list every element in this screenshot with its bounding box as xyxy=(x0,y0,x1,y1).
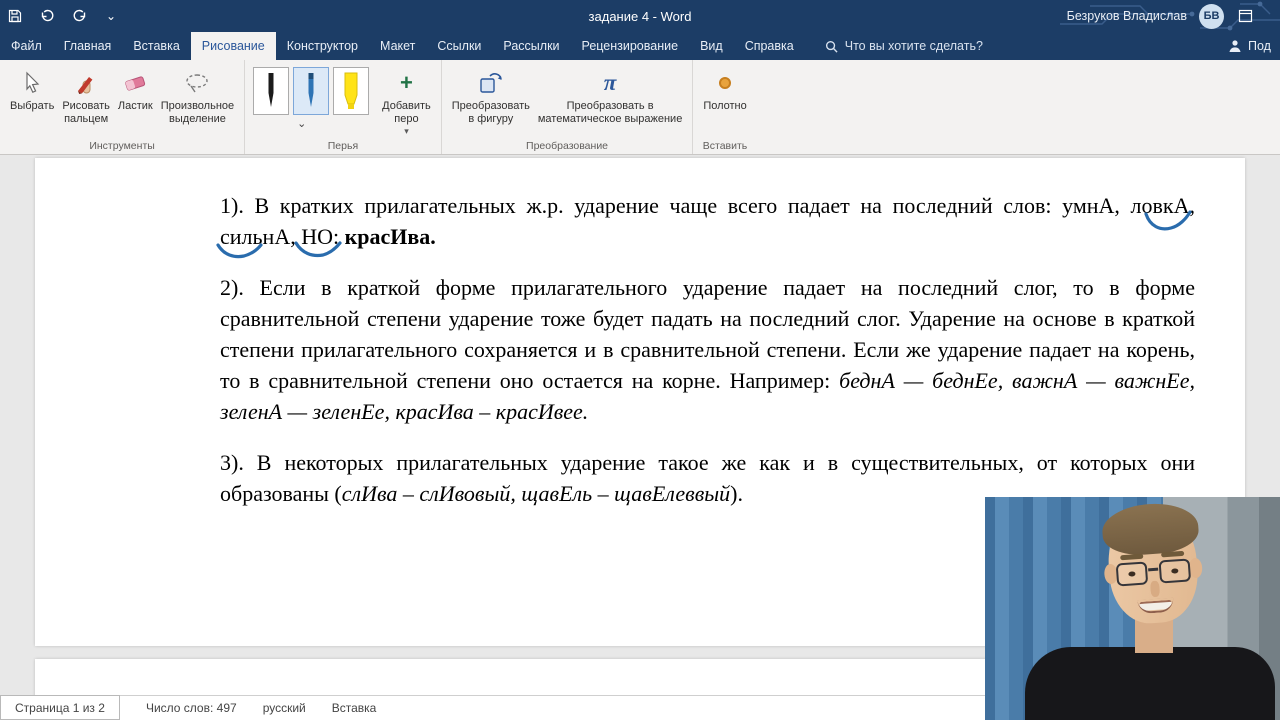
ribbon: Выбрать Рисовать пальцем Ластик Произвол… xyxy=(0,60,1280,155)
chevron-down-icon: ⌄ xyxy=(105,9,117,23)
add-pen-button[interactable]: + Добавить перо ▾ xyxy=(379,63,434,139)
draw-with-finger-button[interactable]: Рисовать пальцем xyxy=(59,63,113,127)
tab-design[interactable]: Конструктор xyxy=(276,32,369,60)
status-language[interactable]: русский xyxy=(263,701,306,715)
eraser-label: Ластик xyxy=(117,100,153,112)
webcam-person-shoulders xyxy=(1025,647,1275,720)
webcam-person-nose xyxy=(1149,580,1161,598)
tab-home[interactable]: Главная xyxy=(53,32,123,60)
word-window: ⌄ задание 4 - Word Безруков Владислав БВ… xyxy=(0,0,1280,720)
paragraph-2: 2). Если в краткой форме прилагательного… xyxy=(220,275,1196,424)
ink-to-shape-button[interactable]: Преобразовать в фигуру xyxy=(449,63,533,127)
tab-mailings[interactable]: Рассылки xyxy=(492,32,570,60)
search-icon xyxy=(825,40,838,53)
pen-gallery-more-chevron-icon[interactable]: ⌄ xyxy=(297,117,306,130)
group-label-insert: Вставить xyxy=(702,140,748,152)
group-label-tools: Инструменты xyxy=(89,140,155,152)
select-label: Выбрать xyxy=(10,100,55,112)
ribbon-display-options-icon xyxy=(1238,9,1252,23)
tab-references[interactable]: Ссылки xyxy=(426,32,492,60)
webcam-person-eyebrow xyxy=(1120,553,1144,561)
person-icon xyxy=(1229,40,1241,52)
pen-gallery: ⌄ xyxy=(251,63,371,130)
group-tools: Выбрать Рисовать пальцем Ластик Произвол… xyxy=(0,60,244,154)
highlighter-icon xyxy=(344,72,358,109)
undo-button[interactable] xyxy=(38,7,56,25)
pi-icon: π xyxy=(603,70,617,95)
pen-blue-selected[interactable] xyxy=(293,67,330,115)
group-insert-canvas: Полотно Вставить xyxy=(692,60,756,154)
save-icon xyxy=(8,9,22,23)
pen-black[interactable] xyxy=(253,67,290,115)
tell-me-search[interactable]: Что вы хотите сделать? xyxy=(825,32,983,60)
ink-to-shape-label: Преобразовать в фигуру xyxy=(451,100,530,125)
tab-file[interactable]: Файл xyxy=(0,32,53,60)
undo-icon xyxy=(41,9,53,22)
lasso-select-label: Произвольное выделение xyxy=(160,100,235,125)
lasso-icon xyxy=(184,68,210,98)
search-placeholder: Что вы хотите сделать? xyxy=(844,39,983,53)
account-name[interactable]: Безруков Владислав xyxy=(1067,9,1187,23)
ribbon-tab-bar: Файл Главная Вставка Рисование Конструкт… xyxy=(0,32,1280,60)
black-pen-icon xyxy=(268,73,274,107)
eraser-icon xyxy=(122,68,148,98)
ink-to-math-label: Преобразовать в математическое выражение xyxy=(537,100,683,125)
dropdown-arrow-icon: ▾ xyxy=(404,126,409,136)
customize-qat-button[interactable]: ⌄ xyxy=(102,7,120,25)
group-label-pens: Перья xyxy=(327,140,359,152)
drawing-canvas-label: Полотно xyxy=(703,100,747,112)
titlebar-right: Безруков Владислав БВ xyxy=(1067,0,1254,32)
status-word-count[interactable]: Число слов: 497 xyxy=(146,701,237,715)
blue-pen-icon xyxy=(308,73,314,107)
draw-with-finger-label: Рисовать пальцем xyxy=(62,100,110,125)
canvas-icon xyxy=(719,77,732,89)
group-label-convert: Преобразование xyxy=(526,140,609,152)
save-button[interactable] xyxy=(6,7,24,25)
tab-draw[interactable]: Рисование xyxy=(190,32,276,60)
share-label: Под xyxy=(1248,39,1271,53)
title-bar: ⌄ задание 4 - Word Безруков Владислав БВ xyxy=(0,0,1280,32)
plus-icon: + xyxy=(400,70,413,95)
tab-review[interactable]: Рецензирование xyxy=(571,32,690,60)
tab-layout[interactable]: Макет xyxy=(369,32,426,60)
ink-to-math-button[interactable]: π Преобразовать в математическое выражен… xyxy=(535,63,685,127)
finger-pen-icon xyxy=(74,68,98,98)
pen-highlighter-yellow[interactable] xyxy=(333,67,370,115)
group-convert: Преобразовать в фигуру π Преобразовать в… xyxy=(440,60,693,154)
document-text: 1). В кратких прилагательных ж.р. ударен… xyxy=(35,158,1245,509)
webcam-person-eyebrow xyxy=(1161,550,1185,558)
quick-access-toolbar: ⌄ xyxy=(6,0,120,32)
paragraph-1: 1). В кратких прилагательных ж.р. ударен… xyxy=(220,193,1195,249)
account-avatar[interactable]: БВ xyxy=(1199,3,1224,29)
ink-to-shape-icon xyxy=(478,68,504,98)
add-pen-label: Добавить перо xyxy=(382,100,431,125)
select-button[interactable]: Выбрать xyxy=(7,63,57,115)
cursor-icon xyxy=(21,68,43,98)
group-pens: ⌄ + Добавить перо ▾ Перья xyxy=(244,60,441,154)
tab-insert[interactable]: Вставка xyxy=(122,32,190,60)
status-insert-mode[interactable]: Вставка xyxy=(332,701,377,715)
tab-view[interactable]: Вид xyxy=(689,32,734,60)
webcam-overlay xyxy=(985,497,1280,720)
eraser-button[interactable]: Ластик xyxy=(115,63,156,115)
lasso-select-button[interactable]: Произвольное выделение xyxy=(158,63,237,127)
share-button[interactable]: Под xyxy=(1228,32,1280,60)
tab-help[interactable]: Справка xyxy=(734,32,805,60)
redo-icon xyxy=(73,9,85,22)
status-page-number[interactable]: Страница 1 из 2 xyxy=(0,695,120,720)
redo-button[interactable] xyxy=(70,7,88,25)
ribbon-display-options-button[interactable] xyxy=(1236,8,1254,24)
webcam-person-mouth xyxy=(1137,597,1175,615)
drawing-canvas-button[interactable]: Полотно xyxy=(700,63,749,115)
